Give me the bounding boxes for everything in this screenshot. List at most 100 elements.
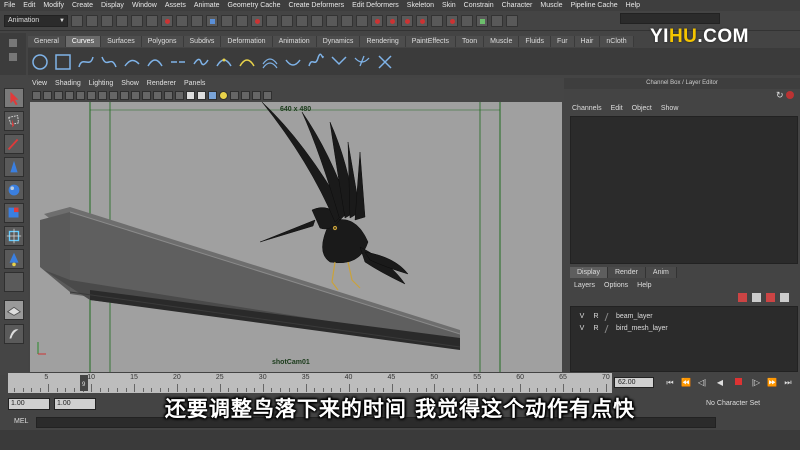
viewport-menu-panels[interactable]: Panels: [180, 78, 209, 89]
arc-tool-icon[interactable]: [145, 52, 165, 72]
reverse-curve-icon[interactable]: [283, 52, 303, 72]
layout-hypershade-icon[interactable]: [4, 324, 24, 344]
step-forward-frame-icon[interactable]: |▷: [750, 377, 762, 388]
tool-settings-icon[interactable]: [491, 14, 503, 27]
viewport-menu-view[interactable]: View: [28, 78, 51, 89]
step-back-frame-icon[interactable]: ◁|: [696, 377, 708, 388]
layer-tab-render[interactable]: Render: [607, 267, 646, 278]
tab-painteffects[interactable]: PaintEffects: [405, 36, 456, 47]
offset-curve-icon[interactable]: [260, 52, 280, 72]
grease-pencil-icon[interactable]: [87, 91, 96, 100]
tab-polygons[interactable]: Polygons: [141, 36, 184, 47]
tab-muscle[interactable]: Muscle: [484, 36, 520, 47]
layer-menu-options[interactable]: Options: [604, 280, 637, 292]
tab-dynamics[interactable]: Dynamics: [316, 36, 361, 47]
detach-curves-icon[interactable]: [191, 52, 211, 72]
snap-grid-icon[interactable]: [296, 14, 308, 27]
layer-menu-layers[interactable]: Layers: [574, 280, 604, 292]
layout-single-icon[interactable]: [4, 300, 24, 320]
input-line-icon[interactable]: [461, 14, 473, 27]
snap-curve-icon[interactable]: [311, 14, 323, 27]
menu-edit[interactable]: Edit: [19, 0, 39, 11]
wireframe-on-shaded-icon[interactable]: [197, 91, 206, 100]
menu-skin[interactable]: Skin: [438, 0, 460, 11]
tab-fur[interactable]: Fur: [551, 36, 575, 47]
layer-row[interactable]: V R beam_layer: [575, 311, 653, 322]
mask-surface-icon[interactable]: [206, 14, 218, 27]
layer-reference-toggle[interactable]: R: [589, 313, 603, 320]
layer-visibility-toggle[interactable]: V: [575, 325, 589, 332]
new-scene-icon[interactable]: [71, 14, 83, 27]
time-slider[interactable]: 5 10 15 20 25 30 35 40 45 50 55 60 65 70 9: [8, 373, 612, 393]
viewport-panel[interactable]: 640 x 480 shotCam01: [30, 102, 562, 372]
menu-muscle[interactable]: Muscle: [536, 0, 566, 11]
tab-ncloth[interactable]: nCloth: [600, 36, 634, 47]
attribute-editor-icon[interactable]: [476, 14, 488, 27]
scale-tool-icon[interactable]: [4, 203, 24, 223]
current-frame-marker[interactable]: 9: [79, 375, 88, 391]
viewport-menu-shading[interactable]: Shading: [51, 78, 85, 89]
tab-general[interactable]: General: [28, 36, 66, 47]
cut-curve-icon[interactable]: [352, 52, 372, 72]
menu-constrain[interactable]: Constrain: [460, 0, 498, 11]
menu-animate[interactable]: Animate: [190, 0, 224, 11]
menu-display[interactable]: Display: [97, 0, 128, 11]
last-tool-icon[interactable]: [4, 272, 24, 292]
select-component-icon[interactable]: [146, 14, 158, 27]
stop-icon[interactable]: [732, 377, 744, 388]
bookmarks-icon[interactable]: [54, 91, 63, 100]
intersect-curve-icon[interactable]: [375, 52, 395, 72]
layer-color-swatch[interactable]: [604, 324, 615, 333]
select-object-icon[interactable]: [131, 14, 143, 27]
snap-point-icon[interactable]: [326, 14, 338, 27]
menu-file[interactable]: File: [0, 0, 19, 11]
menu-pipeline-cache[interactable]: Pipeline Cache: [567, 0, 622, 11]
fillet-curve-icon[interactable]: [329, 52, 349, 72]
tab-subdivs[interactable]: Subdivs: [183, 36, 222, 47]
extend-curve-icon[interactable]: [237, 52, 257, 72]
channel-box-toggle-icon[interactable]: [506, 14, 518, 27]
select-hierarchy-icon[interactable]: [116, 14, 128, 27]
record-icon[interactable]: [786, 91, 794, 99]
new-layer-from-selected-icon[interactable]: [752, 293, 761, 302]
paint-select-tool-icon[interactable]: [4, 134, 24, 154]
current-frame-field[interactable]: 62.00: [614, 377, 654, 388]
menu-window[interactable]: Window: [128, 0, 161, 11]
layer-up-icon[interactable]: [766, 293, 775, 302]
layer-reference-toggle[interactable]: R: [589, 325, 603, 332]
ep-curve-icon[interactable]: [99, 52, 119, 72]
tab-animation[interactable]: Animation: [272, 36, 317, 47]
rotate-tool-icon[interactable]: [4, 180, 24, 200]
menu-create-deformers[interactable]: Create Deformers: [284, 0, 348, 11]
insert-knot-icon[interactable]: [214, 52, 234, 72]
step-back-key-icon[interactable]: ⏪: [680, 377, 692, 388]
move-tool-icon[interactable]: [4, 157, 24, 177]
tab-deformation[interactable]: Deformation: [221, 36, 273, 47]
menuset-dropdown[interactable]: Animation ▼: [4, 14, 68, 27]
refresh-icon[interactable]: ↻: [776, 90, 784, 101]
mask-joint-icon[interactable]: [176, 14, 188, 27]
go-to-start-icon[interactable]: ⏮: [664, 377, 676, 388]
go-to-end-icon[interactable]: ⏭: [782, 377, 794, 388]
quick-select-field[interactable]: [620, 13, 720, 24]
field-chart-icon[interactable]: [142, 91, 151, 100]
lock-selection-icon[interactable]: [281, 14, 293, 27]
grid-icon[interactable]: [98, 91, 107, 100]
save-scene-icon[interactable]: [101, 14, 113, 27]
mask-dynamic-icon[interactable]: [236, 14, 248, 27]
tab-toon[interactable]: Toon: [455, 36, 485, 47]
snap-plane-icon[interactable]: [341, 14, 353, 27]
mask-handle-icon[interactable]: [161, 14, 173, 27]
film-gate-icon[interactable]: [109, 91, 118, 100]
select-tool-icon[interactable]: [4, 88, 24, 108]
menu-edit-deformers[interactable]: Edit Deformers: [348, 0, 403, 11]
menu-assets[interactable]: Assets: [161, 0, 190, 11]
play-backward-icon[interactable]: ◀: [714, 377, 726, 388]
mask-misc-icon[interactable]: [266, 14, 278, 27]
xray-joints-icon[interactable]: [252, 91, 261, 100]
viewport-menu-lighting[interactable]: Lighting: [85, 78, 118, 89]
tab-fluids[interactable]: Fluids: [519, 36, 552, 47]
safe-action-icon[interactable]: [153, 91, 162, 100]
textured-icon[interactable]: [208, 91, 217, 100]
layer-down-icon[interactable]: [780, 293, 789, 302]
